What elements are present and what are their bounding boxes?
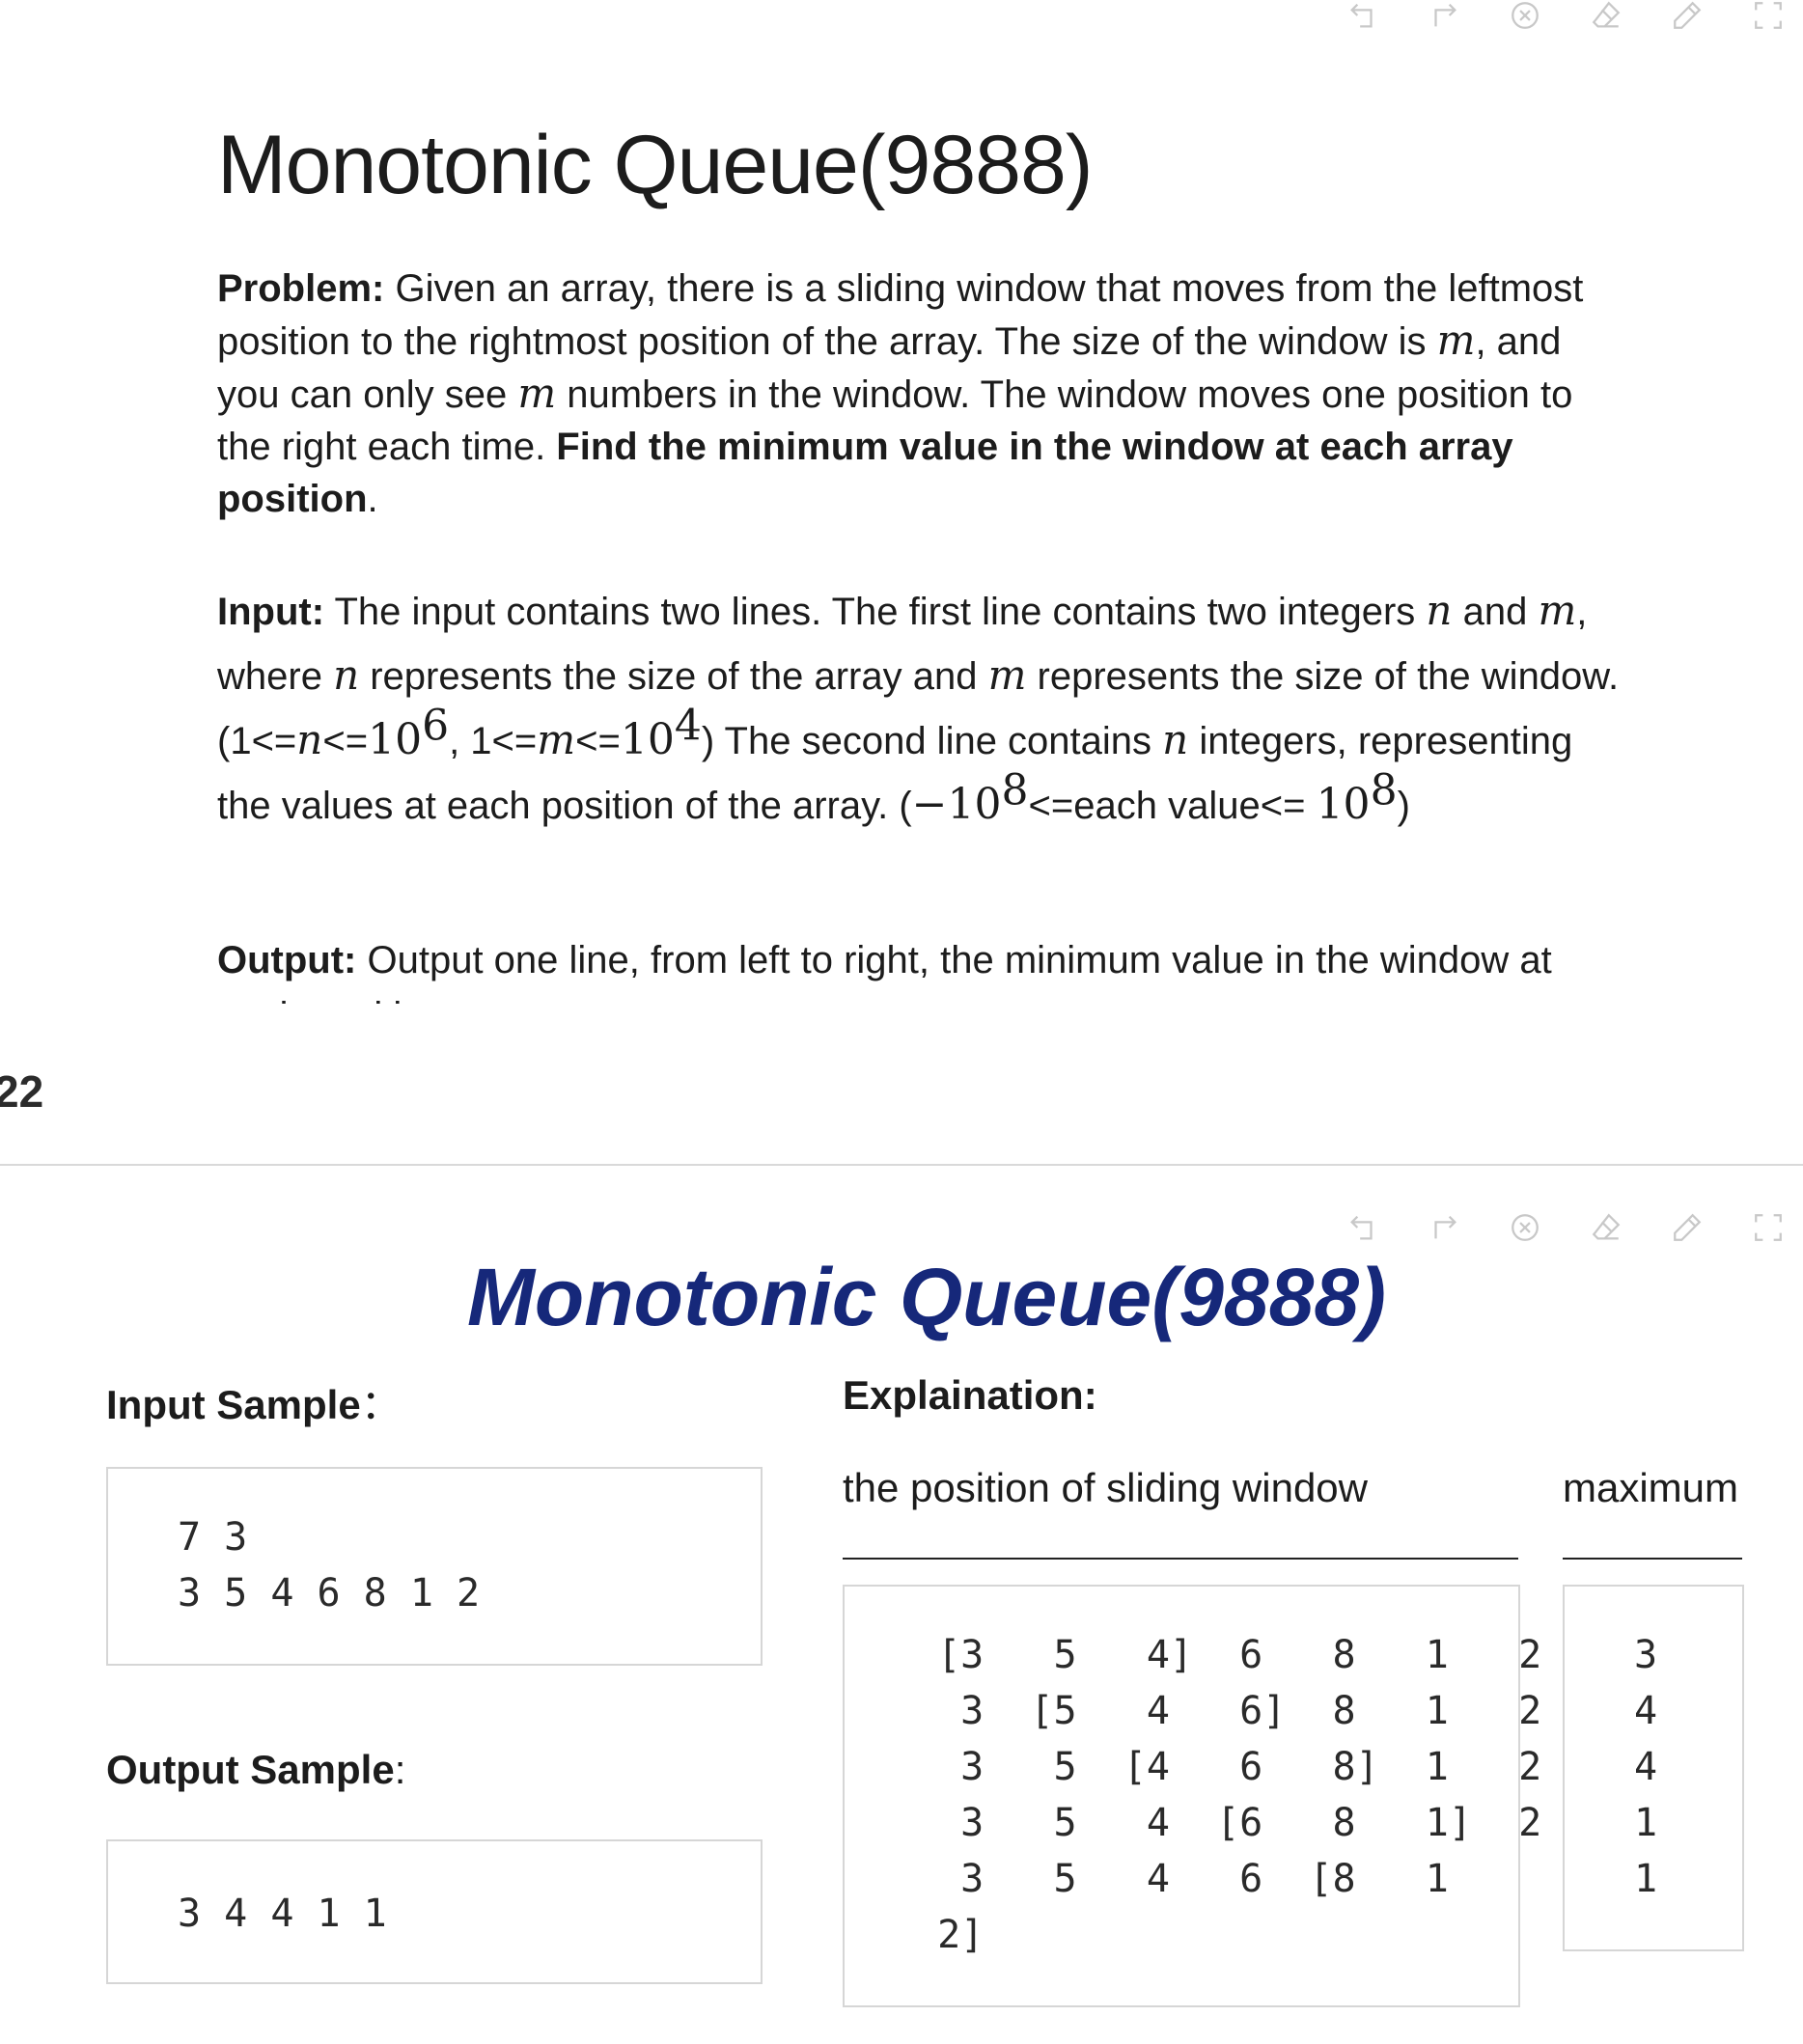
fullscreen-button[interactable] bbox=[1728, 0, 1803, 35]
pencil-button[interactable] bbox=[1647, 1208, 1728, 1247]
input-text: The input contains two lines. The first … bbox=[324, 591, 1427, 633]
output-label: Output: bbox=[217, 939, 357, 981]
output-sample-label-text: Output Sample bbox=[106, 1747, 395, 1792]
redo-icon bbox=[1434, 1215, 1456, 1239]
math-n: n bbox=[296, 716, 323, 763]
math-power-exponent: 8 bbox=[1001, 765, 1029, 815]
slide-toolbar bbox=[1322, 1208, 1803, 1247]
close-circle-icon bbox=[1512, 1214, 1539, 1241]
math-power-exponent: 4 bbox=[674, 701, 702, 751]
explanation-label: Explaination: bbox=[843, 1372, 1097, 1418]
undo-button[interactable] bbox=[1322, 0, 1403, 35]
input-sample-code: 7 3 3 5 4 6 8 1 2 bbox=[178, 1515, 481, 1616]
math-n: n bbox=[333, 651, 360, 699]
output-sample-label: Output Sample: bbox=[106, 1747, 405, 1793]
undo-button[interactable] bbox=[1322, 1208, 1403, 1247]
math-power-base: 10 bbox=[368, 715, 423, 764]
math-power-exponent: 8 bbox=[1370, 765, 1398, 815]
input-sample-label: Input Sample： bbox=[106, 1372, 402, 1431]
input-text: ) bbox=[1397, 785, 1410, 827]
math-m: m bbox=[517, 370, 557, 417]
close-circle-icon bbox=[1512, 2, 1539, 29]
page-number: 22 bbox=[0, 1066, 44, 1117]
maximum-values-code: 3 4 4 1 1 bbox=[1634, 1633, 1658, 1901]
output-sample-code: 3 4 4 1 1 bbox=[178, 1892, 387, 1936]
input-paragraph: Input: The input contains two lines. The… bbox=[217, 579, 1626, 838]
output-paragraph: Output: Output one line, from left to ri… bbox=[217, 932, 1626, 1004]
input-text: <=each value<= bbox=[1028, 785, 1317, 827]
slide-toolbar bbox=[1322, 0, 1803, 35]
problem-paragraph: Problem: Given an array, there is a slid… bbox=[217, 262, 1626, 525]
math-m: m bbox=[987, 651, 1027, 699]
problem-label: Problem: bbox=[217, 267, 385, 310]
problem-text: . bbox=[367, 478, 378, 520]
clear-button[interactable] bbox=[1484, 0, 1566, 35]
undo-icon bbox=[1350, 1215, 1373, 1240]
input-text: <= bbox=[575, 720, 621, 762]
math-power-exponent: 6 bbox=[422, 701, 450, 751]
eraser-button[interactable] bbox=[1566, 1208, 1647, 1247]
pencil-icon bbox=[1674, 1, 1702, 29]
input-sample-colon: ： bbox=[360, 1382, 402, 1427]
input-text: represents the size of the array and bbox=[359, 655, 988, 698]
window-column-header: the position of sliding window bbox=[843, 1465, 1368, 1510]
clear-button[interactable] bbox=[1484, 1208, 1566, 1247]
maximum-header-rule bbox=[1563, 1558, 1742, 1560]
math-power-base: 10 bbox=[620, 715, 675, 764]
input-text: <= bbox=[322, 720, 369, 762]
redo-button[interactable] bbox=[1403, 1208, 1484, 1247]
pencil-icon bbox=[1674, 1213, 1702, 1241]
math-n: n bbox=[1162, 716, 1189, 763]
fullscreen-icon bbox=[1755, 2, 1782, 29]
math-power-base: 10 bbox=[1316, 780, 1371, 829]
window-positions-code: [3 5 4] 6 8 1 2 3 [5 4 6] 8 1 2 3 5 [4 6… bbox=[937, 1633, 1542, 1957]
input-text: , 1<= bbox=[449, 720, 538, 762]
maximum-values-box: 3 4 4 1 1 bbox=[1563, 1585, 1744, 1951]
fullscreen-button[interactable] bbox=[1728, 1208, 1803, 1247]
redo-button[interactable] bbox=[1403, 0, 1484, 35]
card-divider bbox=[0, 1164, 1803, 1166]
input-text: and bbox=[1452, 591, 1539, 633]
math-m: m bbox=[1436, 317, 1476, 364]
undo-icon bbox=[1350, 3, 1373, 28]
window-header-rule bbox=[843, 1558, 1518, 1560]
window-positions-box: [3 5 4] 6 8 1 2 3 [5 4 6] 8 1 2 3 5 [4 6… bbox=[843, 1585, 1541, 2007]
input-text: ) The second line contains bbox=[701, 720, 1163, 762]
input-sample-box: 7 3 3 5 4 6 8 1 2 bbox=[106, 1467, 763, 1666]
output-sample-colon: : bbox=[394, 1747, 406, 1792]
maximum-column-header: maximum bbox=[1563, 1465, 1739, 1510]
slide-title: Monotonic Queue(9888) bbox=[217, 119, 1093, 211]
input-sample-label-text: Input Sample bbox=[106, 1382, 361, 1427]
fullscreen-icon bbox=[1755, 1214, 1782, 1241]
redo-icon bbox=[1434, 3, 1456, 27]
math-power-base: −10 bbox=[911, 780, 1002, 829]
output-sample-box: 3 4 4 1 1 bbox=[106, 1839, 763, 1984]
math-m: m bbox=[537, 716, 576, 763]
slide-title: Monotonic Queue(9888) bbox=[466, 1252, 1387, 1342]
math-m: m bbox=[1538, 587, 1577, 634]
eraser-icon bbox=[1592, 1, 1621, 28]
eraser-button[interactable] bbox=[1566, 0, 1647, 35]
problem-text: Given an array, there is a sliding windo… bbox=[217, 267, 1584, 363]
pencil-button[interactable] bbox=[1647, 0, 1728, 35]
input-label: Input: bbox=[217, 591, 325, 633]
eraser-icon bbox=[1592, 1213, 1621, 1240]
math-n: n bbox=[1426, 587, 1453, 634]
slide-card-1: Monotonic Queue(9888) Problem: Given an … bbox=[0, 0, 1803, 1004]
output-text: Output one line, from left to right, the… bbox=[217, 939, 1552, 1004]
